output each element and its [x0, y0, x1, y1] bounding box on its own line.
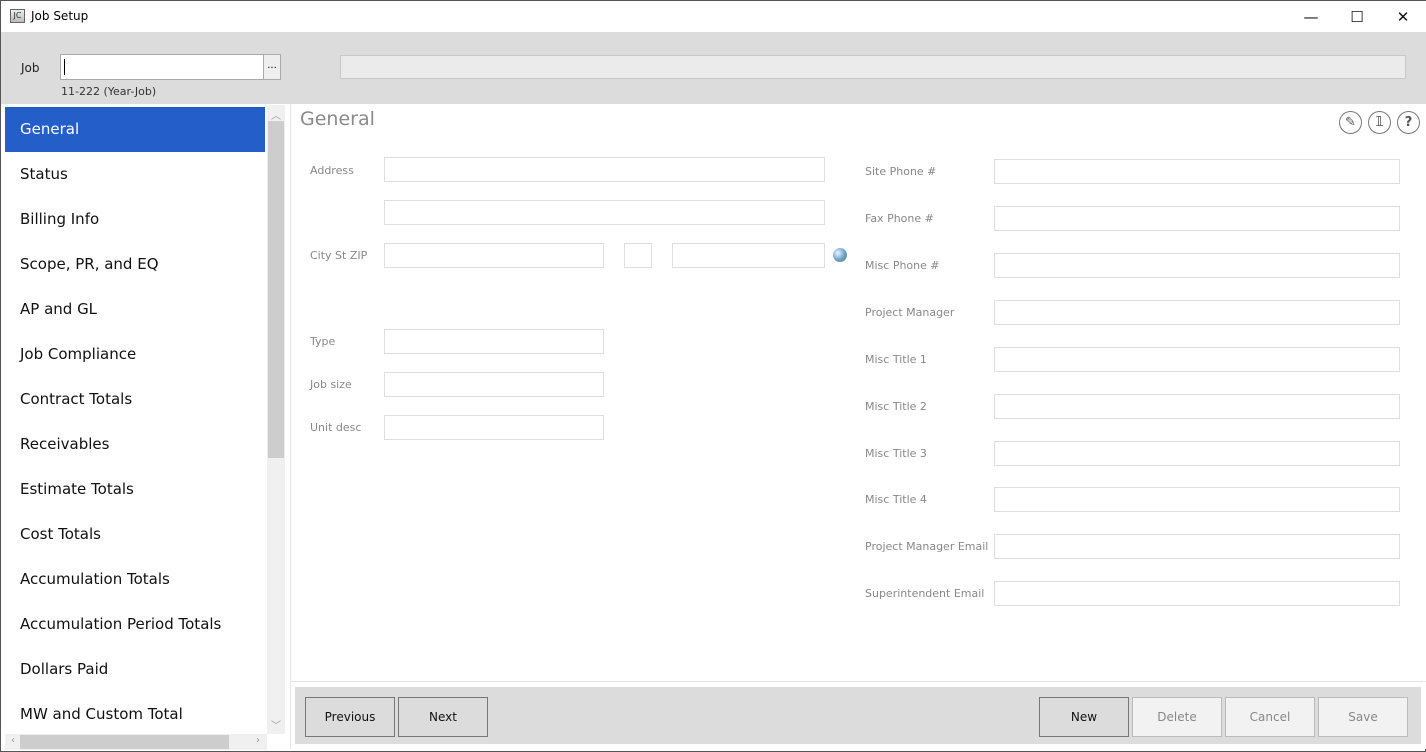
title-bar: JC Job Setup — ☐ ✕ [1, 1, 1426, 32]
scroll-up-icon[interactable]: ︿ [268, 107, 284, 122]
field-label: Project Manager [865, 306, 955, 319]
sidebar-item[interactable]: General [5, 107, 265, 152]
job-hint: 11-222 (Year-Job) [61, 85, 157, 98]
globe-icon[interactable] [833, 248, 847, 262]
job-browse-button[interactable]: ... [263, 54, 281, 80]
sidebar-item[interactable]: Dollars Paid [5, 647, 265, 692]
type-input[interactable] [384, 329, 604, 354]
type-label: Type [310, 335, 336, 348]
divider [290, 681, 1426, 682]
save-button[interactable]: Save [1318, 697, 1408, 737]
attachment-icon[interactable]: 𝟙 [1368, 111, 1391, 134]
field-label: Fax Phone # [865, 212, 934, 225]
field-input[interactable] [994, 487, 1400, 512]
field-label: Misc Title 3 [865, 447, 927, 460]
job-input[interactable] [60, 54, 264, 80]
city-st-zip-label: City St ZIP [310, 249, 368, 262]
address-label: Address [310, 164, 354, 177]
address-line2-input[interactable] [384, 200, 825, 225]
field-input[interactable] [994, 441, 1400, 466]
next-button[interactable]: Next [398, 697, 488, 737]
sidebar-item[interactable]: Job Compliance [5, 332, 265, 377]
field-label: Project Manager Email [865, 540, 989, 553]
scroll-down-icon[interactable]: ﹀ [268, 717, 284, 732]
sidebar-item[interactable]: Status [5, 152, 265, 197]
field-label: Misc Title 1 [865, 353, 927, 366]
close-button[interactable]: ✕ [1380, 1, 1426, 32]
job-size-label: Job size [310, 378, 352, 391]
field-label: Superintendent Email [865, 587, 985, 600]
scroll-thumb[interactable] [268, 121, 284, 458]
sidebar-item[interactable]: Scope, PR, and EQ [5, 242, 265, 287]
zip-input[interactable] [672, 243, 825, 268]
sidebar-item[interactable]: Contract Totals [5, 377, 265, 422]
field-input[interactable] [994, 300, 1400, 325]
sidebar-horizontal-scrollbar[interactable]: ‹ › [5, 734, 267, 750]
address-line1-input[interactable] [384, 157, 825, 182]
pencil-icon[interactable]: ✎ [1339, 111, 1362, 134]
field-input[interactable] [994, 253, 1400, 278]
minimize-button[interactable]: — [1288, 1, 1334, 32]
help-icon[interactable]: ? [1397, 111, 1420, 134]
scroll-right-icon[interactable]: › [250, 735, 266, 746]
job-label: Job [21, 61, 40, 75]
state-input[interactable] [624, 243, 652, 268]
cancel-button[interactable]: Cancel [1225, 697, 1315, 737]
field-input[interactable] [994, 534, 1400, 559]
sidebar-item[interactable]: MW and Custom Total [5, 692, 265, 734]
window-title: Job Setup [31, 9, 89, 23]
unit-desc-input[interactable] [384, 415, 604, 440]
field-input[interactable] [994, 394, 1400, 419]
page-title: General [300, 108, 375, 130]
sidebar-item[interactable]: Cost Totals [5, 512, 265, 557]
previous-button[interactable]: Previous [305, 697, 395, 737]
sidebar-item[interactable]: Estimate Totals [5, 467, 265, 512]
city-input[interactable] [384, 243, 604, 268]
field-input[interactable] [994, 581, 1400, 606]
job-size-input[interactable] [384, 372, 604, 397]
scroll-thumb[interactable] [20, 735, 229, 749]
maximize-button[interactable]: ☐ [1334, 1, 1380, 32]
field-input[interactable] [994, 347, 1400, 372]
unit-desc-label: Unit desc [310, 421, 362, 434]
app-icon: JC [10, 9, 25, 23]
sidebar-item[interactable]: Accumulation Totals [5, 557, 265, 602]
sidebar-item[interactable]: AP and GL [5, 287, 265, 332]
field-label: Misc Title 2 [865, 400, 927, 413]
new-button[interactable]: New [1039, 697, 1129, 737]
sidebar-item[interactable]: Receivables [5, 422, 265, 467]
field-input[interactable] [994, 206, 1400, 231]
field-label: Misc Title 4 [865, 493, 927, 506]
sidebar-vertical-scrollbar[interactable]: ︿ ﹀ [267, 105, 285, 734]
scroll-left-icon[interactable]: ‹ [5, 735, 21, 746]
sidebar-item[interactable]: Billing Info [5, 197, 265, 242]
field-input[interactable] [994, 159, 1400, 184]
job-description-bar [340, 55, 1406, 79]
field-label: Site Phone # [865, 165, 937, 178]
sidebar-item[interactable]: Accumulation Period Totals [5, 602, 265, 647]
field-label: Misc Phone # [865, 259, 940, 272]
delete-button[interactable]: Delete [1132, 697, 1222, 737]
sidebar-nav: General Status Billing Info Scope, PR, and … [5, 107, 265, 734]
